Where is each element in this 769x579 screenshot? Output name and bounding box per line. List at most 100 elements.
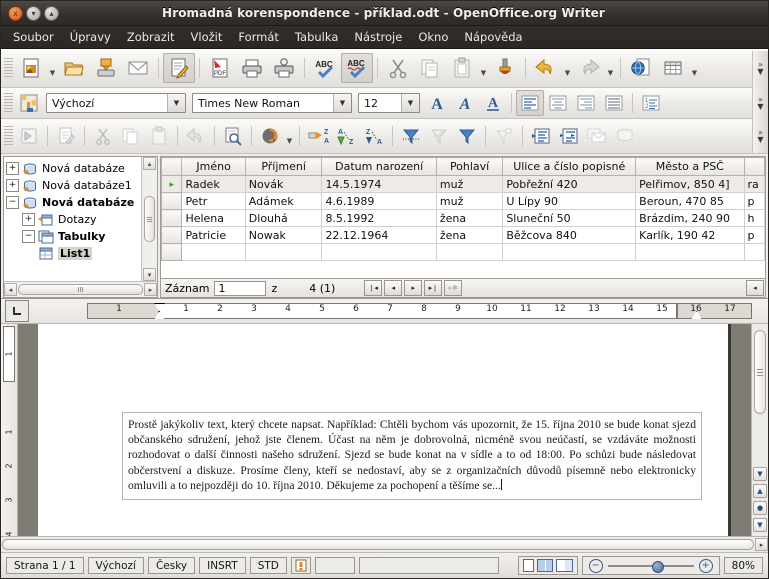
- bold-button[interactable]: A: [423, 90, 451, 116]
- next-page-button[interactable]: ▼: [753, 518, 767, 532]
- tree-item-tabulky[interactable]: − Tabulky: [6, 228, 141, 245]
- book-view-button[interactable]: [555, 559, 573, 572]
- menu-vlozit[interactable]: Vložit: [183, 28, 231, 46]
- cell-extra[interactable]: h: [744, 209, 765, 227]
- redo-dropdown[interactable]: ▼: [605, 53, 616, 84]
- row-marker[interactable]: [161, 243, 183, 261]
- sort-descending-button[interactable]: Z A: [360, 123, 388, 149]
- menu-tabulka[interactable]: Tabulka: [287, 28, 346, 46]
- document-modified-status[interactable]: [290, 557, 311, 574]
- cell-jmeno[interactable]: Petr: [181, 192, 246, 210]
- table-row[interactable]: Helena Dlouhá 8.5.1992 žena Sluneční 50 …: [161, 209, 765, 227]
- horizontal-ruler[interactable]: 1 1 2 3 4 5 6 7 8 9 10 11 12 13 14 15 16…: [32, 303, 752, 319]
- hyperlink-button[interactable]: [625, 53, 657, 83]
- table-row[interactable]: ▸ Radek Novák 14.5.1974 muž Pobřežní 420…: [161, 175, 765, 193]
- zoom-slider-knob[interactable]: [651, 560, 664, 573]
- edit-file-button[interactable]: [163, 53, 195, 83]
- table-row[interactable]: Patricie Nowak 22.12.1964 žena Běžcova 8…: [161, 226, 765, 244]
- vertical-ruler[interactable]: 1 1 2 3 4: [1, 324, 18, 536]
- insert-mode-status[interactable]: INSRT: [199, 557, 246, 574]
- cell-empty[interactable]: [436, 243, 504, 261]
- font-name-combo[interactable]: Times New Roman ▼: [192, 93, 352, 113]
- insert-table-dropdown[interactable]: ▼: [689, 53, 700, 84]
- sort-order-button[interactable]: Z A: [304, 123, 332, 149]
- grid-hscroll-left-button[interactable]: ◂: [746, 280, 764, 296]
- selection-mode-status[interactable]: STD: [249, 557, 287, 574]
- scroll-thumb[interactable]: [754, 330, 766, 414]
- next-record-button[interactable]: ▸: [404, 280, 423, 296]
- cell-jmeno[interactable]: Patricie: [181, 226, 246, 244]
- cell-extra[interactable]: p: [744, 192, 765, 210]
- cut-data-button[interactable]: [89, 123, 117, 149]
- font-size-combo[interactable]: 12 ▼: [358, 93, 420, 113]
- paragraph-style-dropdown-icon[interactable]: ▼: [167, 94, 185, 112]
- new-document-dropdown[interactable]: ▼: [47, 53, 58, 84]
- cell-empty[interactable]: [181, 243, 246, 261]
- row-marker[interactable]: [161, 209, 183, 227]
- table-row-empty[interactable]: [161, 243, 765, 261]
- data-source-of-document-button[interactable]: [611, 123, 639, 149]
- text-frame[interactable]: Prostě jakýkoliv text, který chcete naps…: [122, 412, 702, 501]
- paste-data-button[interactable]: [145, 123, 173, 149]
- data-to-fields-button[interactable]: [527, 123, 555, 149]
- new-document-button[interactable]: [15, 53, 47, 83]
- scroll-right-button[interactable]: ▸: [144, 283, 157, 296]
- cell-datum-narozeni[interactable]: 4.6.1989: [321, 192, 437, 210]
- cell-mesto-psc[interactable]: Beroun, 470 85: [635, 192, 745, 210]
- document-paragraph[interactable]: Prostě jakýkoliv text, který chcete naps…: [128, 417, 696, 493]
- single-page-view-button[interactable]: [522, 559, 534, 572]
- undo-button[interactable]: [530, 53, 562, 83]
- menu-format[interactable]: Formát: [230, 28, 287, 46]
- cell-mesto-psc[interactable]: Karlík, 190 42: [635, 226, 745, 244]
- maximize-window-button[interactable]: ▴: [44, 5, 59, 21]
- col-header-mesto-psc[interactable]: Město a PSČ: [635, 157, 745, 176]
- scroll-right-button[interactable]: ▸: [755, 538, 768, 551]
- standard-toolbar-overflow[interactable]: » ▼: [752, 51, 768, 85]
- align-justify-button[interactable]: [600, 90, 628, 116]
- edit-data-button[interactable]: [52, 123, 80, 149]
- language-status[interactable]: Česky: [147, 557, 196, 574]
- underline-button[interactable]: A: [479, 90, 507, 116]
- zoom-in-button[interactable]: +: [698, 558, 713, 573]
- autospellcheck-button[interactable]: ABC: [341, 53, 373, 83]
- sort-ascending-button[interactable]: A Z: [332, 123, 360, 149]
- print-file-button[interactable]: [236, 53, 268, 83]
- cell-pohlavi[interactable]: muž: [436, 192, 504, 210]
- cell-ulice[interactable]: Běžcova 840: [502, 226, 637, 244]
- col-header-prijmeni[interactable]: Příjmení: [244, 157, 323, 176]
- data-to-text-button[interactable]: [555, 123, 583, 149]
- tree-item-nova-databaze[interactable]: + Nová databáze: [6, 160, 141, 177]
- undo-dropdown[interactable]: ▼: [562, 53, 573, 84]
- apply-filter-button[interactable]: [425, 123, 453, 149]
- cell-ulice[interactable]: U Lípy 90: [502, 192, 637, 210]
- refresh-button[interactable]: [256, 123, 284, 149]
- cell-prijmeni[interactable]: Dlouhá: [245, 209, 323, 227]
- menu-upravy[interactable]: Úpravy: [62, 28, 119, 46]
- save-record-button[interactable]: [15, 123, 43, 149]
- italic-button[interactable]: A: [451, 90, 479, 116]
- first-record-button[interactable]: ❘◂: [364, 280, 383, 296]
- cell-empty[interactable]: [744, 243, 765, 261]
- save-document-button[interactable]: [90, 53, 122, 83]
- section-info-status[interactable]: [358, 557, 499, 574]
- paragraph-style-combo[interactable]: Výchozí ▼: [46, 93, 186, 113]
- scroll-left-button[interactable]: ◂: [4, 283, 17, 296]
- scroll-down-button[interactable]: ▼: [753, 467, 767, 481]
- cell-datum-narozeni[interactable]: 8.5.1992: [321, 209, 437, 227]
- zoom-slider-track[interactable]: [607, 560, 694, 573]
- database-tree[interactable]: + Nová databáze + Nová databáze1 − Nová …: [3, 156, 158, 298]
- print-preview-button[interactable]: [268, 53, 300, 83]
- redo-button[interactable]: [573, 53, 605, 83]
- clone-formatting-button[interactable]: [489, 53, 521, 83]
- col-header-pohlavi[interactable]: Pohlaví: [435, 157, 504, 176]
- zoom-out-button[interactable]: −: [588, 558, 603, 573]
- copy-button[interactable]: [414, 53, 446, 83]
- tree-item-dotazy[interactable]: + Dotazy: [6, 211, 141, 228]
- zoom-level-status[interactable]: 80%: [723, 557, 763, 574]
- cell-jmeno[interactable]: Radek: [181, 175, 246, 193]
- document-vertical-scrollbar[interactable]: ▼ ▲ ● ▼: [751, 324, 768, 536]
- row-marker[interactable]: [161, 192, 183, 210]
- navigation-button[interactable]: ●: [753, 501, 767, 515]
- tree-vertical-scrollbar[interactable]: ▴ ▾: [141, 157, 157, 281]
- scroll-thumb[interactable]: [2, 539, 754, 550]
